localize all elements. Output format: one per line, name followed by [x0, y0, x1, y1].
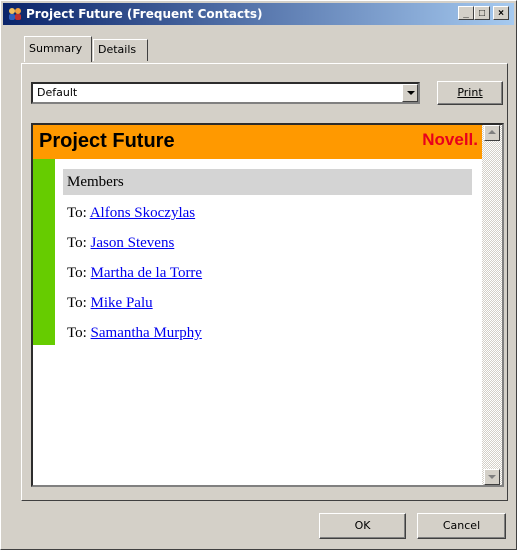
- page-title: Project Future: [39, 130, 175, 152]
- contact-prefix: To:: [67, 265, 91, 281]
- accent-strip: [33, 159, 55, 345]
- dialog-window: Project Future (Frequent Contacts) _ □ ×…: [0, 0, 517, 550]
- list-item: To: Jason Stevens: [67, 235, 174, 252]
- contact-link[interactable]: Jason Stevens: [91, 235, 175, 251]
- chevron-down-icon[interactable]: [402, 84, 418, 102]
- summary-view: Project Future Novell. Members To: Alfon…: [31, 123, 504, 487]
- print-button-label: Print: [457, 86, 483, 99]
- cancel-button[interactable]: Cancel: [417, 513, 506, 539]
- list-item: To: Mike Palu: [67, 295, 153, 312]
- scroll-down-icon[interactable]: [484, 469, 500, 485]
- list-item: To: Alfons Skoczylas: [67, 205, 195, 222]
- contact-link[interactable]: Samantha Murphy: [91, 325, 202, 341]
- minimize-icon: _: [463, 8, 469, 19]
- list-item: To: Samantha Murphy: [67, 325, 202, 342]
- ok-button[interactable]: OK: [319, 513, 406, 539]
- contact-prefix: To:: [67, 205, 90, 221]
- contact-prefix: To:: [67, 295, 91, 311]
- title-bar[interactable]: Project Future (Frequent Contacts) _ □ ×: [3, 3, 514, 25]
- scroll-up-icon[interactable]: [484, 125, 500, 141]
- contact-link[interactable]: Martha de la Torre: [91, 265, 203, 281]
- window-title: Project Future (Frequent Contacts): [26, 7, 263, 21]
- minimize-button[interactable]: _: [458, 6, 474, 20]
- contact-prefix: To:: [67, 235, 91, 251]
- view-select-value: Default: [37, 86, 78, 99]
- tab-summary[interactable]: Summary: [24, 36, 92, 62]
- brand-logo: Novell.: [422, 130, 478, 149]
- list-item: To: Martha de la Torre: [67, 265, 202, 282]
- contact-link[interactable]: Mike Palu: [91, 295, 153, 311]
- maximize-icon: □: [478, 8, 486, 19]
- tab-details[interactable]: Details: [93, 39, 148, 61]
- vertical-scrollbar[interactable]: [482, 125, 502, 485]
- contact-link[interactable]: Alfons Skoczylas: [90, 205, 195, 221]
- view-select[interactable]: Default: [31, 82, 420, 104]
- close-icon: ×: [498, 8, 504, 19]
- close-button[interactable]: ×: [493, 6, 509, 20]
- contact-prefix: To:: [67, 325, 91, 341]
- maximize-button[interactable]: □: [474, 6, 490, 20]
- print-button[interactable]: Print: [437, 81, 503, 105]
- summary-header: Project Future Novell.: [33, 125, 482, 159]
- section-header-members: Members: [63, 169, 472, 195]
- contacts-group-icon: [7, 6, 23, 22]
